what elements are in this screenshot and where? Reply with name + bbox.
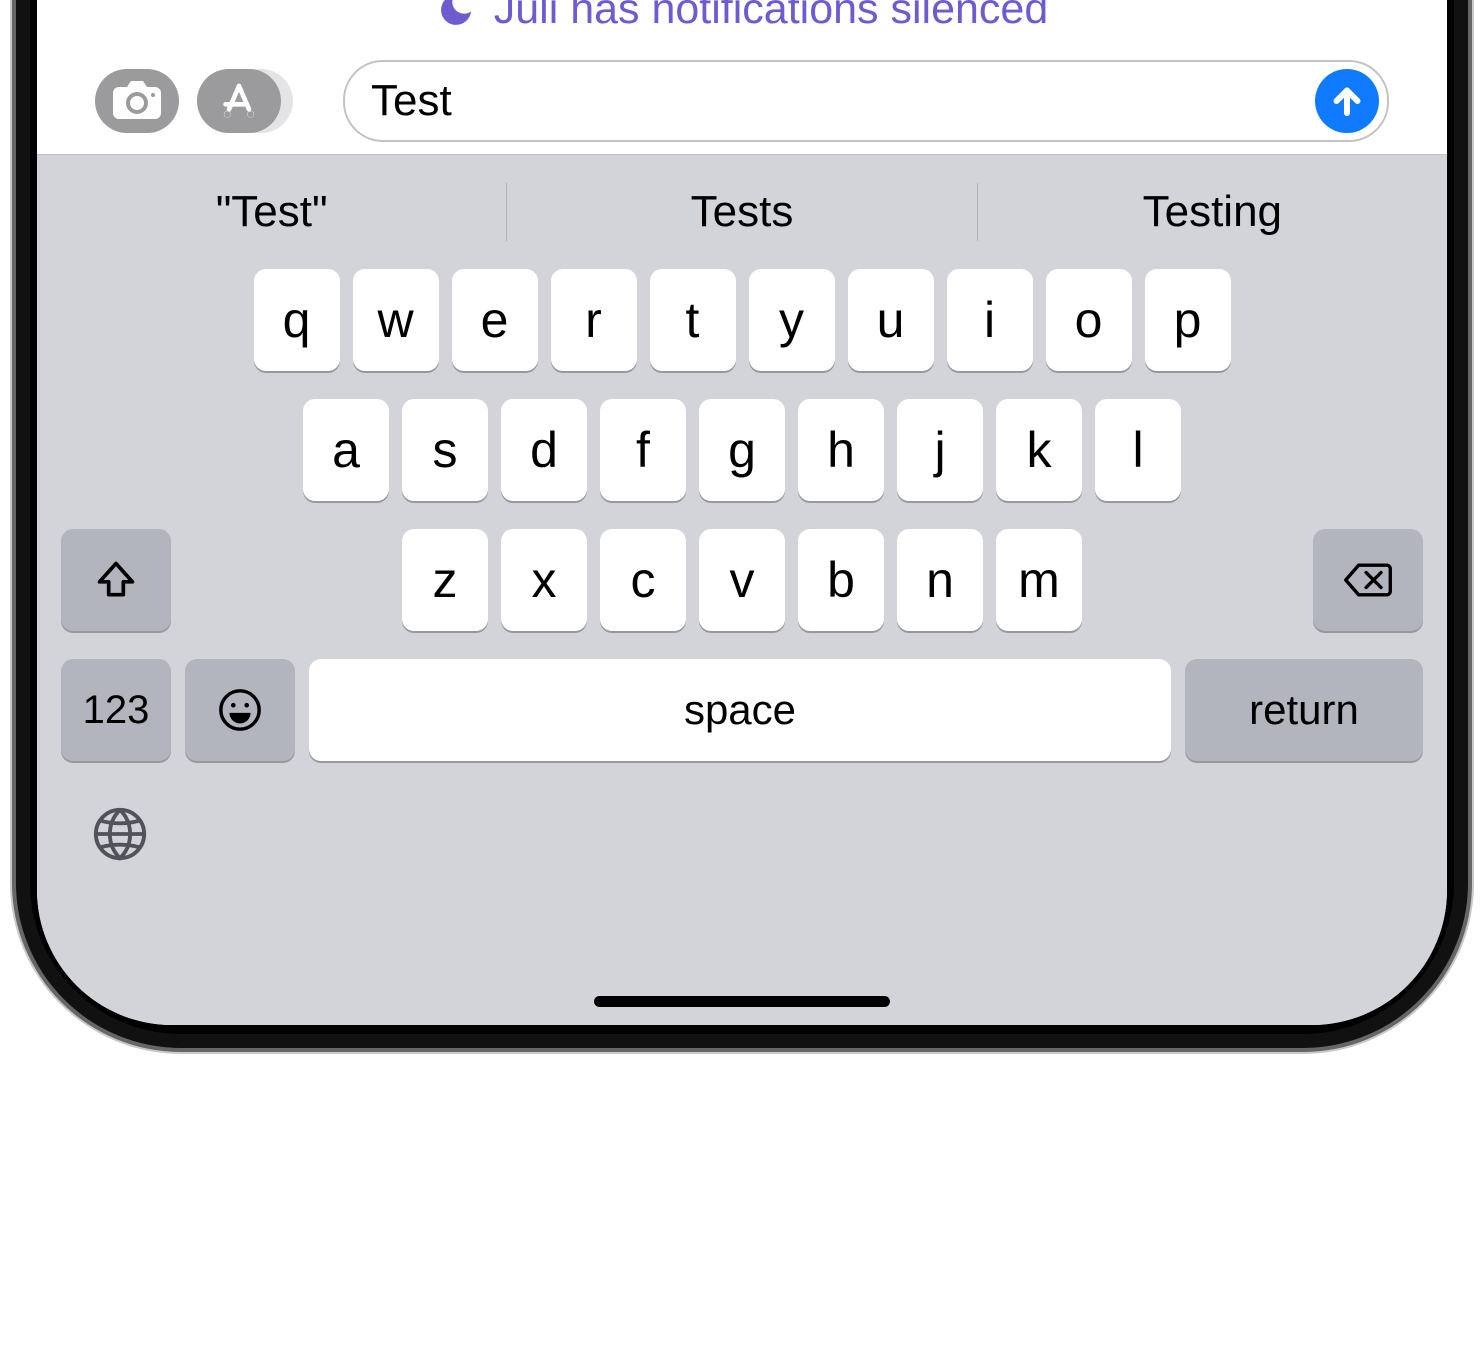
key-h[interactable]: h: [798, 399, 884, 501]
key-t[interactable]: t: [650, 269, 736, 371]
key-j[interactable]: j: [897, 399, 983, 501]
focus-status-banner[interactable]: Juli has notifications silenced: [37, 0, 1447, 60]
key-z[interactable]: z: [402, 529, 488, 631]
key-o[interactable]: o: [1046, 269, 1132, 371]
key-m[interactable]: m: [996, 529, 1082, 631]
key-row-1: q w e r t y u i o p: [61, 269, 1423, 371]
key-row-2: a s d f g h j k l: [61, 399, 1423, 501]
key-w[interactable]: w: [353, 269, 439, 371]
camera-button[interactable]: [95, 69, 179, 133]
key-g[interactable]: g: [699, 399, 785, 501]
key-x[interactable]: x: [501, 529, 587, 631]
key-i[interactable]: i: [947, 269, 1033, 371]
space-key[interactable]: space: [309, 659, 1171, 761]
quicktype-bar: "Test" Tests Testing: [37, 163, 1447, 261]
message-input-pill[interactable]: Test: [343, 60, 1389, 142]
send-button[interactable]: [1315, 69, 1379, 133]
key-v[interactable]: v: [699, 529, 785, 631]
camera-icon: [112, 81, 162, 121]
key-p[interactable]: p: [1145, 269, 1231, 371]
backspace-icon: [1342, 560, 1394, 600]
globe-key[interactable]: [87, 801, 153, 867]
shift-icon: [94, 558, 138, 602]
moon-icon: [436, 0, 476, 30]
key-row-4: 123: [61, 659, 1423, 761]
shift-key[interactable]: [61, 529, 171, 631]
focus-status-text: Juli has notifications silenced: [494, 0, 1049, 34]
keyboard: "Test" Tests Testing q w e r t: [37, 154, 1447, 1025]
key-row-3: z x c v b n m: [61, 529, 1423, 631]
key-n[interactable]: n: [897, 529, 983, 631]
phone-frame: Juli has notifications silenced: [16, 0, 1468, 1048]
return-key[interactable]: return: [1185, 659, 1423, 761]
key-b[interactable]: b: [798, 529, 884, 631]
emoji-icon: [217, 687, 263, 733]
globe-icon: [91, 805, 149, 863]
key-l[interactable]: l: [1095, 399, 1181, 501]
suggestion-0[interactable]: "Test": [37, 183, 506, 241]
key-a[interactable]: a: [303, 399, 389, 501]
key-y[interactable]: y: [749, 269, 835, 371]
backspace-key[interactable]: [1313, 529, 1423, 631]
key-k[interactable]: k: [996, 399, 1082, 501]
arrow-up-icon: [1329, 83, 1365, 119]
imessage-apps-button[interactable]: [197, 69, 281, 133]
emoji-key[interactable]: [185, 659, 295, 761]
suggestion-1[interactable]: Tests: [507, 183, 976, 241]
key-q[interactable]: q: [254, 269, 340, 371]
key-s[interactable]: s: [402, 399, 488, 501]
home-indicator[interactable]: [594, 996, 890, 1007]
key-f[interactable]: f: [600, 399, 686, 501]
numbers-key[interactable]: 123: [61, 659, 171, 761]
phone-screen: Juli has notifications silenced: [37, 0, 1447, 1025]
app-store-icon: [219, 81, 259, 121]
key-u[interactable]: u: [848, 269, 934, 371]
key-d[interactable]: d: [501, 399, 587, 501]
compose-row: Test: [37, 60, 1447, 154]
key-e[interactable]: e: [452, 269, 538, 371]
key-r[interactable]: r: [551, 269, 637, 371]
key-c[interactable]: c: [600, 529, 686, 631]
keyboard-bottom-bar: [37, 761, 1447, 887]
message-input[interactable]: Test: [371, 76, 1315, 126]
suggestion-2[interactable]: Testing: [978, 183, 1447, 241]
